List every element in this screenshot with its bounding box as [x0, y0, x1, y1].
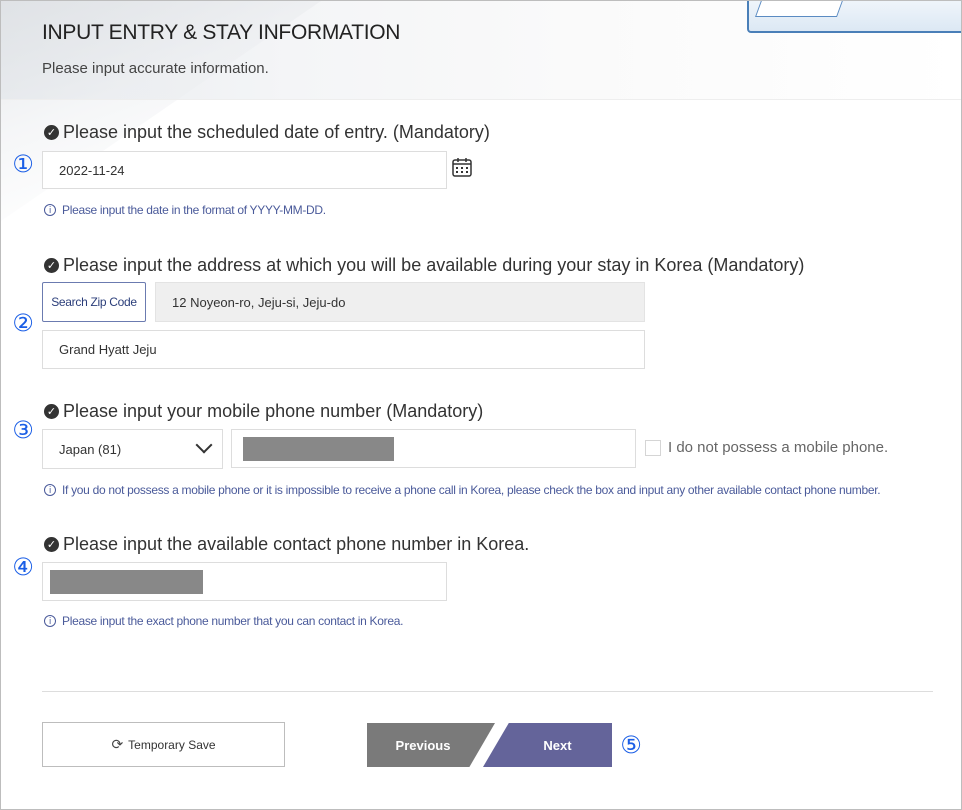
mobile-hint: i If you do not possess a mobile phone o…	[44, 483, 881, 497]
temporary-save-label: Temporary Save	[128, 737, 216, 752]
entry-date-label-text: Please input the scheduled date of entry…	[63, 122, 490, 142]
no-mobile-label: I do not possess a mobile phone.	[668, 439, 889, 456]
contact-hint: i Please input the exact phone number th…	[44, 614, 403, 628]
contact-label-text: Please input the available contact phone…	[63, 534, 530, 554]
chevron-down-icon	[195, 436, 213, 454]
mobile-label-text: Please input your mobile phone number (M…	[63, 401, 484, 421]
check-circle-icon: ✓	[44, 125, 59, 140]
check-circle-icon: ✓	[44, 537, 59, 552]
step-marker-2: ②	[12, 309, 34, 337]
info-icon: i	[44, 615, 56, 627]
check-circle-icon: ✓	[44, 258, 59, 273]
no-mobile-checkbox[interactable]	[645, 440, 661, 456]
passport-illustration	[747, 1, 961, 33]
previous-button[interactable]: Previous	[367, 723, 495, 767]
redacted-contact-number	[50, 570, 203, 594]
step-marker-4: ④	[12, 553, 34, 581]
info-icon: i	[44, 204, 56, 216]
mobile-label: ✓ Please input your mobile phone number …	[44, 401, 483, 422]
entry-date-hint: i Please input the date in the format of…	[44, 203, 326, 217]
refresh-icon: ⟳	[111, 736, 124, 753]
step-marker-1: ①	[12, 150, 34, 178]
country-code-value: Japan (81)	[59, 441, 122, 457]
header-divider	[1, 99, 961, 100]
mobile-hint-text: If you do not possess a mobile phone or …	[62, 483, 881, 497]
country-code-select[interactable]: Japan (81)	[42, 429, 223, 469]
calendar-icon[interactable]	[451, 156, 473, 178]
step-marker-5: ⑤	[620, 731, 642, 759]
page: INPUT ENTRY & STAY INFORMATION Please in…	[0, 0, 962, 810]
entry-date-input[interactable]: 2022-11-24	[42, 151, 447, 189]
address-line2-input[interactable]: Grand Hyatt Jeju	[42, 330, 645, 369]
address-line2-value: Grand Hyatt Jeju	[59, 342, 157, 357]
address-label: ✓ Please input the address at which you …	[44, 255, 804, 276]
page-subtitle: Please input accurate information.	[42, 60, 269, 77]
address-label-text: Please input the address at which you wi…	[63, 255, 805, 275]
temporary-save-button[interactable]: ⟳ Temporary Save	[42, 722, 285, 767]
footer-divider	[42, 691, 933, 692]
entry-date-label: ✓ Please input the scheduled date of ent…	[44, 122, 490, 143]
contact-hint-text: Please input the exact phone number that…	[62, 614, 404, 628]
address-line1-value: 12 Noyeon-ro, Jeju-si, Jeju-do	[172, 294, 346, 310]
contact-label: ✓ Please input the available contact pho…	[44, 534, 529, 555]
entry-date-value: 2022-11-24	[59, 162, 125, 178]
entry-date-hint-text: Please input the date in the format of Y…	[62, 203, 326, 217]
address-line1-input[interactable]: 12 Noyeon-ro, Jeju-si, Jeju-do	[155, 282, 645, 322]
page-title: INPUT ENTRY & STAY INFORMATION	[42, 21, 401, 44]
check-circle-icon: ✓	[44, 404, 59, 419]
step-marker-3: ③	[12, 416, 34, 444]
search-zip-code-button[interactable]: Search Zip Code	[42, 282, 146, 322]
info-icon: i	[44, 484, 56, 496]
next-button[interactable]: Next	[483, 723, 612, 767]
redacted-mobile-number	[243, 437, 394, 461]
